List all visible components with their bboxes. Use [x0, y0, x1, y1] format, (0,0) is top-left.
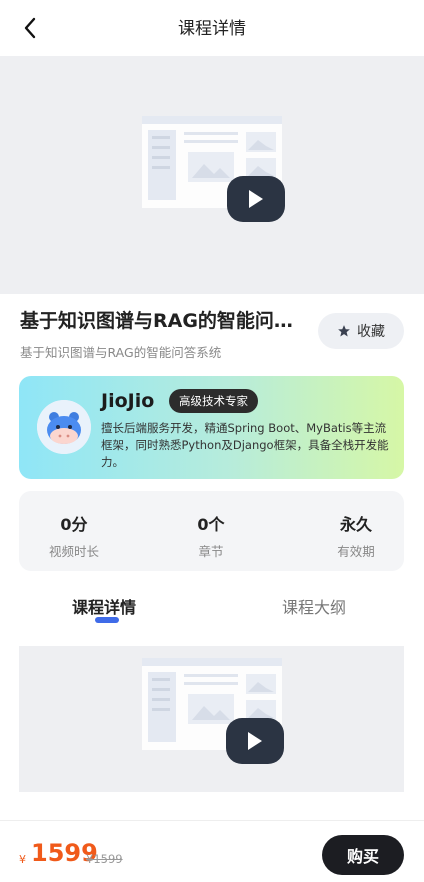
original-price: ¥1599	[86, 852, 123, 866]
teacher-description: 擅长后端服务开发，精通Spring Boot、MyBatis等主流框架，同时熟悉…	[101, 421, 389, 469]
teacher-title-badge: 高级技术专家	[169, 389, 258, 413]
tab-course-outline[interactable]: 课程大纲	[282, 594, 346, 618]
play-button[interactable]	[227, 176, 285, 222]
course-video-player[interactable]	[0, 56, 424, 294]
teacher-card[interactable]: JioJio 高级技术专家 擅长后端服务开发，精通Spring Boot、MyB…	[19, 376, 404, 479]
top-nav: 课程详情	[0, 0, 424, 56]
detail-video-player[interactable]	[19, 646, 404, 792]
teacher-name: JioJio	[101, 390, 155, 412]
stat-value: 0个	[197, 515, 225, 534]
course-stats: 0分 视频时长 0个 章节 永久 有效期	[19, 491, 404, 571]
tab-course-detail[interactable]: 课程详情	[72, 594, 136, 618]
stat-value: 0分	[60, 515, 88, 534]
stat-value: 永久	[339, 515, 372, 534]
play-icon	[248, 732, 262, 750]
star-icon	[338, 325, 350, 337]
favorite-button[interactable]: 收藏	[318, 313, 404, 349]
course-subtitle: 基于知识图谱与RAG的智能问答系统	[20, 345, 222, 360]
stat-video-duration: 0分 视频时长	[19, 511, 129, 560]
teacher-avatar	[37, 400, 91, 454]
stat-label: 章节	[198, 544, 224, 559]
stat-label: 视频时长	[48, 544, 99, 559]
page-title: 课程详情	[178, 19, 246, 39]
play-icon	[249, 190, 263, 208]
stat-chapters: 0个 章节	[156, 511, 266, 560]
buy-button[interactable]: 购买	[322, 835, 404, 875]
course-detail-page: 课程详情 基于知识图谱与RAG的智能问… 基于知识图谱与RAG的智能问答系统 收…	[0, 0, 424, 882]
active-tab-indicator	[95, 617, 119, 623]
favorite-label: 收藏	[357, 324, 385, 340]
hippo-avatar-icon	[37, 400, 91, 454]
play-button[interactable]	[226, 718, 284, 764]
purchase-bar: ¥ 1599 ¥1599 购买	[0, 820, 424, 882]
stat-validity: 永久 有效期	[301, 511, 411, 560]
stat-label: 有效期	[337, 544, 375, 559]
course-title: 基于知识图谱与RAG的智能问…	[20, 310, 293, 332]
currency-symbol: ¥	[19, 853, 26, 866]
